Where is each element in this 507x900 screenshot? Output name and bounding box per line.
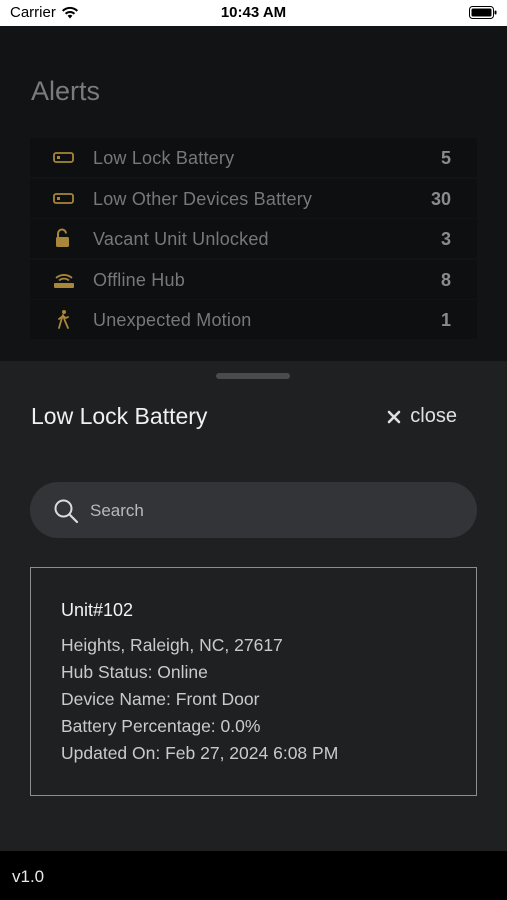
footer: v1.0 [0, 851, 507, 900]
battery-icon [53, 192, 74, 204]
alert-row-offline-hub[interactable]: Offline Hub 8 [30, 259, 477, 299]
alert-count: 5 [440, 148, 451, 168]
page-title: Alerts [31, 76, 101, 106]
card-details: Heights, Raleigh, NC, 27617 Hub Status: … [61, 632, 338, 767]
unit-title: Unit#102 [61, 600, 134, 620]
battery-percentage: Battery Percentage: 0.0% [61, 716, 261, 736]
status-bar: Carrier 10:43 AM [0, 0, 507, 26]
device-name: Device Name: Front Door [61, 689, 260, 709]
close-label: close [410, 405, 457, 427]
alert-label: Vacant Unit Unlocked [93, 229, 269, 249]
clock: 10:43 AM [220, 4, 287, 21]
close-icon [387, 410, 401, 423]
unit-address: Heights, Raleigh, NC, 27617 [61, 635, 283, 655]
alert-count: 1 [440, 310, 451, 330]
walking-person-icon [58, 310, 69, 329]
alert-row-unexpected-motion[interactable]: Unexpected Motion 1 [30, 300, 477, 339]
alert-row-vacant-unit-unlocked[interactable]: Vacant Unit Unlocked 3 [30, 219, 477, 258]
search-input[interactable] [88, 496, 452, 526]
alert-count: 30 [430, 188, 451, 209]
unlocked-icon [56, 228, 69, 247]
sheet-title: Low Lock Battery [31, 403, 208, 429]
battery-status-icon [469, 6, 497, 23]
alert-list: Low Lock Battery 5 Low Other Devices Bat… [30, 138, 477, 341]
sheet-grabber-handle[interactable] [216, 373, 290, 379]
app-version: v1.0 [12, 867, 45, 886]
alert-row-low-other-devices-battery[interactable]: Low Other Devices Battery 30 [30, 178, 477, 218]
alert-label: Offline Hub [93, 269, 185, 290]
alert-label: Low Other Devices Battery [93, 188, 313, 209]
search-bar[interactable] [30, 482, 477, 538]
alert-label: Low Lock Battery [93, 148, 235, 168]
hub-status: Hub Status: Online [61, 662, 208, 682]
device-card[interactable]: Unit#102 Heights, Raleigh, NC, 27617 Hub… [30, 567, 477, 796]
alert-label: Unexpected Motion [93, 310, 252, 330]
alert-count: 3 [440, 229, 451, 249]
bottom-sheet: Low Lock Battery close Unit#102 Heights,… [0, 361, 507, 851]
alert-row-low-lock-battery[interactable]: Low Lock Battery 5 [30, 138, 477, 177]
battery-icon [53, 152, 74, 163]
updated-on: Updated On: Feb 27, 2024 6:08 PM [61, 743, 339, 763]
alert-count: 8 [440, 269, 451, 290]
hub-icon [54, 273, 74, 288]
screen: Carrier 10:43 AM Alerts Low Lock Battery [0, 0, 507, 900]
search-icon [54, 499, 79, 524]
close-button[interactable]: close [387, 405, 457, 428]
